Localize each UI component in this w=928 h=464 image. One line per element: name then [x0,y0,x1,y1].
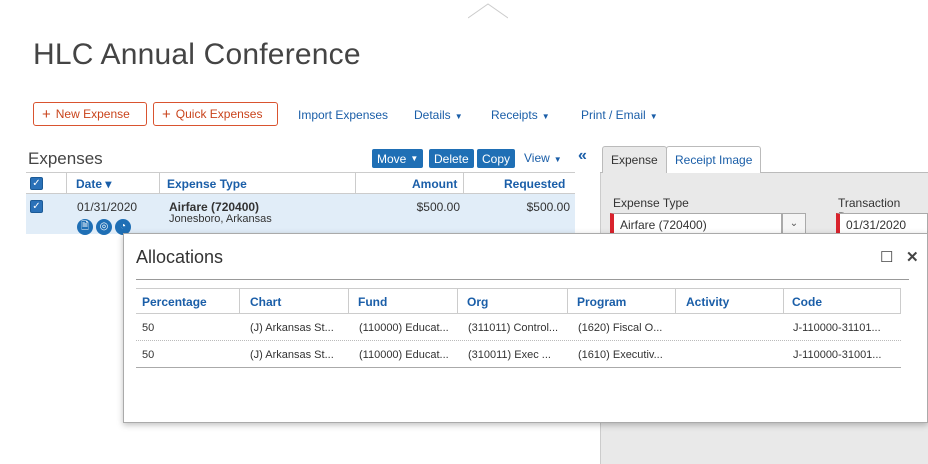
caret-down-icon: ▼ [541,112,550,121]
move-button[interactable]: Move ▼ [372,149,424,168]
column-divider [463,173,464,194]
view-menu[interactable]: View ▼ [524,151,562,165]
copy-button[interactable]: Copy [477,149,516,168]
program-column-header[interactable]: Program [577,295,626,309]
chart-cell: (J) Arkansas St... [250,349,334,361]
import-expenses-link[interactable]: Import Expenses [298,108,388,122]
fund-cell: (110000) Educat... [359,322,449,334]
close-icon[interactable]: ✕ [906,248,919,266]
caret-down-icon: ▼ [649,112,658,121]
requested-column-header[interactable]: Requested [504,177,565,191]
fund-column-header[interactable]: Fund [358,295,387,309]
percentage-cell: 50 [142,349,155,361]
itemization-icon[interactable]: ◎ [96,219,112,235]
expense-type-label: Expense Type [613,196,689,210]
percentage-column-header[interactable]: Percentage [142,295,207,309]
plus-icon: + [42,105,51,123]
table-row[interactable]: 50 (J) Arkansas St... (110000) Educat...… [136,315,901,341]
report-title: HLC Annual Conference [33,38,361,71]
allocations-table-header: Percentage Chart Fund Org Program Activi… [136,288,901,314]
tab-receipt-image[interactable]: Receipt Image [666,146,762,173]
allocations-dialog: Allocations ☐ ✕ Percentage Chart Fund Or… [123,233,928,423]
column-divider [457,289,458,314]
expense-location: Jonesboro, Arkansas [169,213,272,225]
expense-type: Airfare (720400) [169,200,260,214]
expenses-table-header: ✓ Date ▾ Expense Type Amount Requested [26,172,575,194]
amount-column-header[interactable]: Amount [412,177,457,191]
column-divider [675,289,676,314]
column-divider [567,289,568,314]
column-divider [66,173,67,194]
expense-amount: $500.00 [416,200,460,214]
code-cell: J-110000-31101... [793,322,881,334]
select-all-checkbox[interactable]: ✓ [30,177,43,190]
maximize-icon[interactable]: ☐ [880,248,893,266]
tab-expense[interactable]: Expense [602,146,667,173]
percentage-cell: 50 [142,322,155,334]
column-divider [159,173,160,194]
quick-expenses-button[interactable]: + Quick Expenses [153,102,278,126]
top-notch-decoration [468,3,508,19]
expense-type-column-header[interactable]: Expense Type [167,177,247,191]
chevron-down-icon[interactable]: ⌄ [782,213,806,235]
table-row[interactable]: 50 (J) Arkansas St... (110000) Educat...… [136,342,901,368]
column-divider [355,173,356,194]
print-email-menu[interactable]: Print / Email ▼ [581,108,658,122]
delete-button[interactable]: Delete [429,149,474,168]
details-label: Details [414,108,451,122]
chart-cell: (J) Arkansas St... [250,322,334,334]
new-expense-button[interactable]: + New Expense [33,102,147,126]
transaction-date-field[interactable]: 01/31/2020 [836,213,928,235]
column-divider [239,289,240,314]
chart-column-header[interactable]: Chart [250,295,281,309]
move-label: Move [377,151,407,166]
expense-report-page: HLC Annual Conference + New Expense + Qu… [0,0,928,464]
expenses-heading: Expenses [28,149,103,168]
caret-down-icon: ▼ [410,154,419,163]
expense-type-select[interactable]: Airfare (720400) [610,213,782,235]
column-divider [783,289,784,314]
receipts-label: Receipts [491,108,538,122]
details-menu[interactable]: Details ▼ [414,108,463,122]
print-email-label: Print / Email [581,108,646,122]
org-column-header[interactable]: Org [467,295,488,309]
program-cell: (1620) Fiscal O... [578,322,663,334]
code-column-header[interactable]: Code [792,295,822,309]
caret-down-icon: ▼ [454,112,463,121]
dialog-divider [136,279,909,280]
org-cell: (310011) Exec ... [468,349,551,361]
org-cell: (311011) Control... [468,322,559,334]
dialog-title: Allocations [136,247,224,267]
caret-down-icon: ▼ [553,155,562,164]
new-expense-label: New Expense [55,107,130,121]
receipts-menu[interactable]: Receipts ▼ [491,108,550,122]
plus-icon: + [162,105,171,123]
date-column-header[interactable]: Date ▾ [76,177,111,191]
row-checkbox[interactable]: ✓ [30,200,43,213]
expense-requested: $500.00 [526,200,570,214]
program-cell: (1610) Executiv... [578,349,663,361]
view-label: View [524,151,550,165]
activity-column-header[interactable]: Activity [686,295,729,309]
receipt-attached-icon[interactable]: 🗎 [77,219,93,235]
fund-cell: (110000) Educat... [359,349,449,361]
column-divider [348,289,349,314]
expense-date: 01/31/2020 [77,200,138,214]
column-divider [900,289,901,314]
code-cell: J-110000-31001... [793,349,882,361]
collapse-panel-icon[interactable]: « [578,147,587,165]
quick-expenses-label: Quick Expenses [175,107,263,121]
